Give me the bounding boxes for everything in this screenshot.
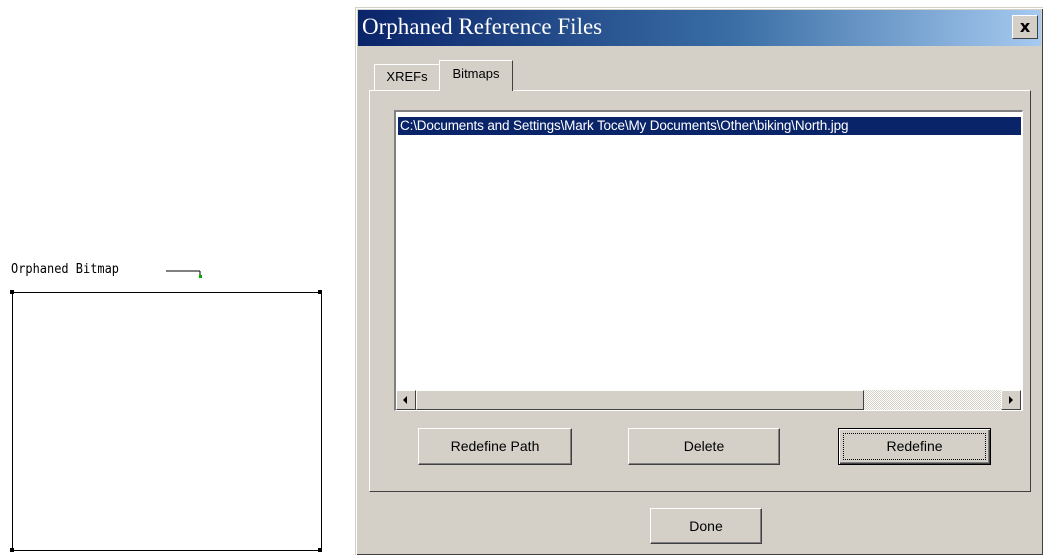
delete-button[interactable]: Delete (628, 428, 780, 465)
bitmaps-tab-page: C:\Documents and Settings\Mark Toce\My D… (369, 90, 1031, 492)
leader-line (166, 270, 202, 278)
orphaned-reference-files-dialog: Orphaned Reference Files x XREFs Bitmaps… (355, 7, 1043, 555)
horizontal-scrollbar[interactable] (396, 390, 1021, 410)
arrow-right-icon (1009, 396, 1013, 404)
grip-bottom-right[interactable] (318, 548, 322, 552)
grip-top-right[interactable] (318, 290, 322, 294)
grip-top-left[interactable] (10, 290, 14, 294)
list-item[interactable]: C:\Documents and Settings\Mark Toce\My D… (398, 117, 1021, 135)
scroll-right-button[interactable] (1001, 390, 1021, 410)
arrow-left-icon (403, 396, 407, 404)
close-button[interactable]: x (1012, 15, 1038, 39)
orphaned-bitmap-frame[interactable] (12, 292, 322, 551)
title-bar[interactable]: Orphaned Reference Files x (358, 10, 1041, 46)
scroll-left-button[interactable] (396, 390, 416, 410)
grip-bottom-left[interactable] (10, 548, 14, 552)
orphaned-files-list[interactable]: C:\Documents and Settings\Mark Toce\My D… (394, 110, 1023, 411)
redefine-button-label: Redefine (886, 438, 943, 454)
dialog-title: Orphaned Reference Files (362, 14, 603, 39)
close-icon: x (1019, 17, 1031, 36)
tab-bitmaps[interactable]: Bitmaps (439, 60, 513, 91)
scrollbar-thumb[interactable] (416, 390, 864, 410)
bitmap-label: Orphaned Bitmap (11, 262, 120, 277)
tab-xrefs[interactable]: XREFs (374, 64, 440, 90)
redefine-path-button[interactable]: Redefine Path (418, 428, 572, 465)
done-button[interactable]: Done (650, 508, 762, 544)
redefine-button[interactable]: Redefine (838, 428, 991, 465)
